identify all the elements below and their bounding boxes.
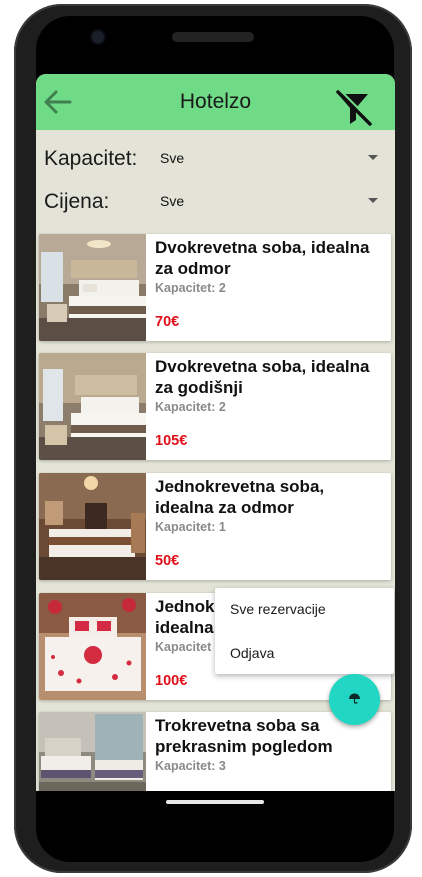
room-capacity: Kapacitet: 1: [155, 520, 226, 534]
room-price: 70€: [155, 314, 180, 330]
room-card[interactable]: Dvokrevetna soba, idealna za odmor Kapaci…: [39, 234, 391, 341]
capacity-filter[interactable]: Kapacitet: Sve: [36, 141, 395, 177]
price-select-value[interactable]: Sve: [160, 193, 184, 209]
chevron-down-icon[interactable]: [368, 155, 378, 160]
speaker-grille: [172, 32, 254, 42]
app-bar: Hotelzo: [36, 74, 395, 130]
room-photo: [39, 353, 146, 460]
room-card[interactable]: Trokrevetna soba sa prekrasnim pogledom K…: [39, 712, 391, 791]
room-capacity: Kapacitet: 2: [155, 400, 226, 414]
room-photo: [39, 712, 146, 791]
menu-item-logout[interactable]: Odjava: [230, 645, 274, 661]
umbrella-icon: [349, 693, 360, 704]
chevron-down-icon[interactable]: [368, 198, 378, 203]
room-capacity: Kapacitet: 2: [155, 281, 226, 295]
room-price: 100€: [155, 673, 188, 689]
capacity-label: Kapacitet:: [44, 147, 138, 170]
menu-fab-button[interactable]: [329, 674, 380, 725]
room-title: Dvokrevetna soba, idealna za godišnji: [155, 357, 370, 397]
price-filter[interactable]: Cijena: Sve: [36, 184, 395, 220]
filter-off-icon[interactable]: [334, 88, 374, 126]
room-title: Dvokrevetna soba, idealna za odmor: [155, 238, 370, 278]
overflow-menu: Sve rezervacije Odjava: [215, 588, 394, 674]
capacity-select-value[interactable]: Sve: [160, 150, 184, 166]
room-photo: [39, 473, 146, 580]
front-camera: [92, 31, 104, 43]
room-capacity: Kapacitet: [155, 640, 212, 654]
room-photo: [39, 234, 146, 341]
room-card[interactable]: Dvokrevetna soba, idealna za godišnji Kap…: [39, 353, 391, 460]
room-photo: [39, 593, 146, 700]
room-card[interactable]: Jednokrevetna soba, idealna za odmor Kapa…: [39, 473, 391, 580]
room-price: 105€: [155, 433, 188, 449]
home-indicator[interactable]: [166, 800, 264, 804]
room-capacity: Kapacitet: 3: [155, 759, 226, 773]
price-label: Cijena:: [44, 190, 110, 213]
room-price: 50€: [155, 553, 180, 569]
menu-item-all-reservations[interactable]: Sve rezervacije: [230, 601, 326, 617]
room-title: Jednokrevetna soba, idealna za odmor: [155, 477, 325, 517]
